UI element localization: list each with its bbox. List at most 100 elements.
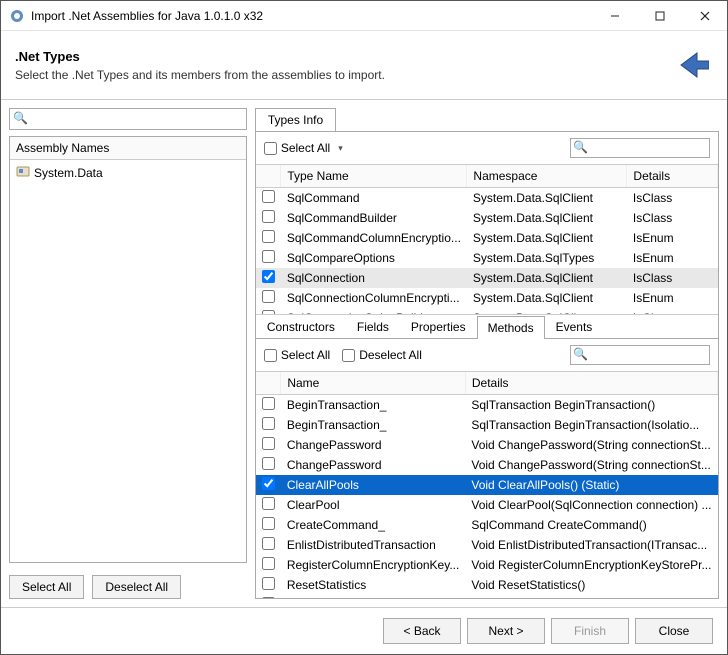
type-name-cell: SqlCompareOptions: [281, 248, 467, 268]
table-row[interactable]: SqlCommandSystem.Data.SqlClientIsClass: [256, 188, 718, 209]
type-name-cell: SqlConnection: [281, 268, 467, 288]
type-namespace-cell: System.Data.SqlClient: [467, 288, 627, 308]
table-row[interactable]: SqlConnectionColumnEncrypti...System.Dat…: [256, 288, 718, 308]
table-row[interactable]: BeginTransaction_SqlTransaction BeginTra…: [256, 395, 718, 416]
methods-col-name[interactable]: Name: [281, 372, 466, 395]
methods-col-details[interactable]: Details: [465, 372, 717, 395]
method-details-cell: Void ChangePassword(String connectionSt.…: [465, 435, 717, 455]
methods-select-all-checkbox[interactable]: Select All: [264, 348, 330, 362]
method-details-cell: SqlTransaction BeginTransaction(Isolatio…: [465, 415, 717, 435]
method-name-cell: ChangePassword: [281, 435, 466, 455]
member-tabs: Constructors Fields Properties Methods E…: [256, 314, 718, 338]
types-col-details[interactable]: Details: [627, 165, 718, 188]
methods-deselect-all-checkbox[interactable]: Deselect All: [342, 348, 422, 362]
table-row[interactable]: CreateCommand_SqlCommand CreateCommand(): [256, 515, 718, 535]
method-row-checkbox[interactable]: [262, 417, 275, 430]
type-details-cell: IsEnum: [627, 248, 718, 268]
close-wizard-button[interactable]: Close: [635, 618, 713, 644]
table-row[interactable]: RetrieveStatisticsIDictionary RetrieveSt…: [256, 595, 718, 598]
table-row[interactable]: ChangePasswordVoid ChangePassword(String…: [256, 455, 718, 475]
types-pane: Types Info Select All ▾ 🔍 Type Name: [255, 108, 719, 599]
dropdown-icon[interactable]: ▾: [338, 143, 343, 154]
assembly-icon: [16, 164, 30, 181]
search-icon: 🔍: [573, 347, 588, 361]
types-col-namespace[interactable]: Namespace: [467, 165, 627, 188]
method-details-cell: SqlCommand CreateCommand(): [465, 515, 717, 535]
window-title: Import .Net Assemblies for Java 1.0.1.0 …: [31, 9, 592, 23]
types-grid[interactable]: Type Name Namespace Details SqlCommandSy…: [256, 164, 718, 314]
methods-search: 🔍: [570, 345, 710, 365]
types-search-input[interactable]: [570, 138, 710, 158]
type-name-cell: SqlCommandBuilder: [281, 208, 467, 228]
tab-methods[interactable]: Methods: [477, 316, 545, 339]
methods-search-input[interactable]: [570, 345, 710, 365]
table-row[interactable]: SqlCommandColumnEncryptio...System.Data.…: [256, 228, 718, 248]
type-row-checkbox[interactable]: [262, 290, 275, 303]
type-row-checkbox[interactable]: [262, 210, 275, 223]
page-title: .Net Types: [15, 49, 665, 64]
title-bar: Import .Net Assemblies for Java 1.0.1.0 …: [1, 1, 727, 31]
method-row-checkbox[interactable]: [262, 397, 275, 410]
back-button[interactable]: < Back: [383, 618, 461, 644]
table-row[interactable]: SqlCommandBuilderSystem.Data.SqlClientIs…: [256, 208, 718, 228]
select-all-assemblies-button[interactable]: Select All: [9, 575, 84, 599]
method-name-cell: BeginTransaction_: [281, 395, 466, 416]
method-name-cell: ClearAllPools: [281, 475, 466, 495]
type-row-checkbox[interactable]: [262, 230, 275, 243]
type-details-cell: IsClass: [627, 188, 718, 209]
method-details-cell: Void ResetStatistics(): [465, 575, 717, 595]
table-row[interactable]: SqlCompareOptionsSystem.Data.SqlTypesIsE…: [256, 248, 718, 268]
table-row[interactable]: ChangePasswordVoid ChangePassword(String…: [256, 435, 718, 455]
method-row-checkbox[interactable]: [262, 517, 275, 530]
maximize-button[interactable]: [637, 1, 682, 31]
method-row-checkbox[interactable]: [262, 437, 275, 450]
next-button[interactable]: Next >: [467, 618, 545, 644]
method-name-cell: RetrieveStatistics: [281, 595, 466, 598]
search-icon: 🔍: [573, 140, 588, 154]
assembly-search-input[interactable]: [9, 108, 247, 130]
method-row-checkbox[interactable]: [262, 557, 275, 570]
method-row-checkbox[interactable]: [262, 577, 275, 590]
types-search: 🔍: [570, 138, 710, 158]
types-col-name[interactable]: Type Name: [281, 165, 467, 188]
table-row[interactable]: RegisterColumnEncryptionKey...Void Regis…: [256, 555, 718, 575]
tab-types-info[interactable]: Types Info: [255, 108, 336, 131]
methods-deselect-all-label: Deselect All: [359, 348, 422, 362]
method-details-cell: Void ClearPool(SqlConnection connection)…: [465, 495, 717, 515]
table-row[interactable]: ResetStatisticsVoid ResetStatistics(): [256, 575, 718, 595]
table-row[interactable]: EnlistDistributedTransactionVoid EnlistD…: [256, 535, 718, 555]
assembly-item[interactable]: System.Data: [10, 160, 246, 185]
tab-events[interactable]: Events: [545, 315, 604, 338]
table-row[interactable]: ClearAllPoolsVoid ClearAllPools() (Stati…: [256, 475, 718, 495]
deselect-all-assemblies-button[interactable]: Deselect All: [92, 575, 181, 599]
wizard-header: .Net Types Select the .Net Types and its…: [1, 31, 727, 100]
method-row-checkbox[interactable]: [262, 497, 275, 510]
assembly-column-header[interactable]: Assembly Names: [10, 137, 246, 160]
table-row[interactable]: ClearPoolVoid ClearPool(SqlConnection co…: [256, 495, 718, 515]
method-details-cell: SqlTransaction BeginTransaction(): [465, 395, 717, 416]
type-row-checkbox[interactable]: [262, 250, 275, 263]
close-button[interactable]: [682, 1, 727, 31]
table-row[interactable]: BeginTransaction_SqlTransaction BeginTra…: [256, 415, 718, 435]
assembly-item-label: System.Data: [34, 166, 103, 180]
assembly-pane: 🔍 Assembly Names System.Data Select All …: [9, 108, 247, 599]
types-select-all-label: Select All: [281, 141, 330, 155]
method-row-checkbox[interactable]: [262, 537, 275, 550]
types-select-all-checkbox[interactable]: Select All ▾: [264, 141, 343, 155]
type-row-checkbox[interactable]: [262, 190, 275, 203]
minimize-button[interactable]: [592, 1, 637, 31]
tab-fields[interactable]: Fields: [346, 315, 400, 338]
methods-grid[interactable]: Name Details BeginTransaction_SqlTransac…: [256, 371, 718, 598]
method-row-checkbox[interactable]: [262, 457, 275, 470]
tab-properties[interactable]: Properties: [400, 315, 477, 338]
type-row-checkbox[interactable]: [262, 270, 275, 283]
table-row[interactable]: SqlConnectionSystem.Data.SqlClientIsClas…: [256, 268, 718, 288]
assembly-search: 🔍: [9, 108, 247, 130]
import-arrow-icon: [665, 41, 713, 89]
method-name-cell: ChangePassword: [281, 455, 466, 475]
method-row-checkbox[interactable]: [262, 597, 275, 598]
method-details-cell: IDictionary RetrieveStatistics(): [465, 595, 717, 598]
method-row-checkbox[interactable]: [262, 477, 275, 490]
tab-constructors[interactable]: Constructors: [256, 315, 346, 338]
methods-select-all-label: Select All: [281, 348, 330, 362]
